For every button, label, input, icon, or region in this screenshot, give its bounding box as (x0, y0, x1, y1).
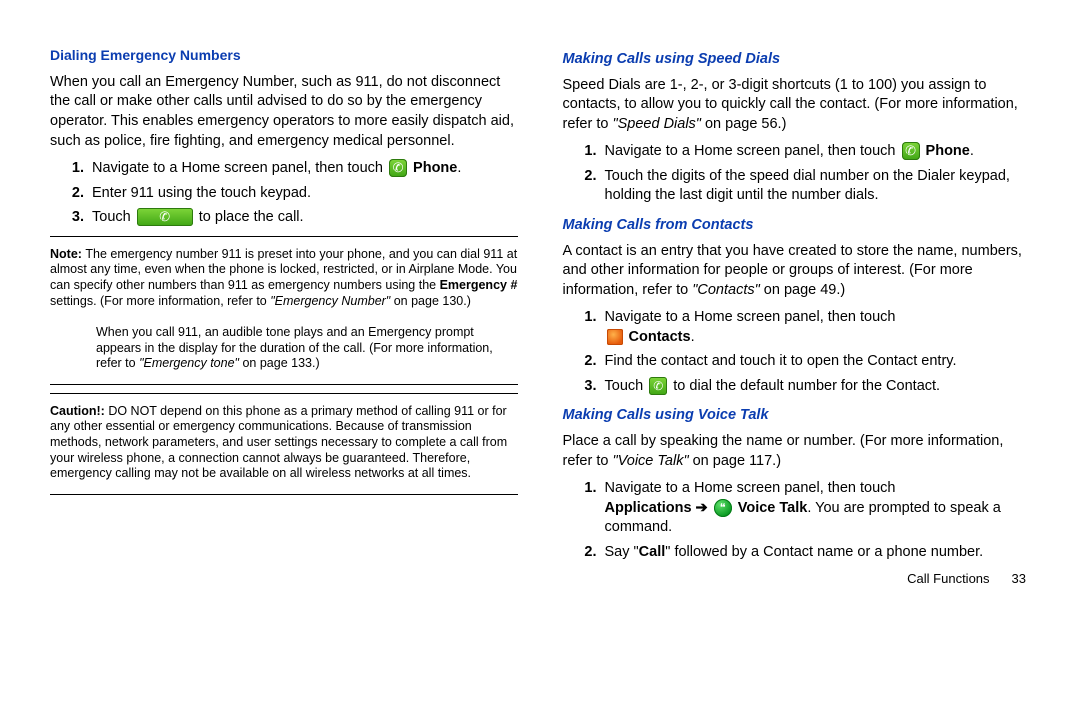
contacts-icon (607, 329, 623, 345)
speed-dial-steps: Navigate to a Home screen panel, then to… (563, 142, 1031, 206)
speed-dials-intro: Speed Dials are 1-, 2-, or 3-digit short… (563, 76, 1031, 135)
sd-step-1: Navigate to a Home screen panel, then to… (601, 142, 1031, 162)
voice-talk-steps: Navigate to a Home screen panel, then to… (563, 479, 1031, 562)
call-icon (649, 377, 667, 395)
page-number: 33 (1012, 571, 1026, 586)
step-2: Enter 911 using the touch keypad. (88, 184, 518, 204)
step-1: Navigate to a Home screen panel, then to… (88, 159, 518, 179)
contacts-steps: Navigate to a Home screen panel, then to… (563, 308, 1031, 396)
c-step-2: Find the contact and touch it to open th… (601, 352, 1031, 372)
divider (50, 494, 518, 495)
contacts-intro: A contact is an entry that you have crea… (563, 242, 1031, 301)
intro-text: When you call an Emergency Number, such … (50, 73, 518, 151)
heading-from-contacts: Making Calls from Contacts (563, 216, 1031, 236)
c-step-1: Navigate to a Home screen panel, then to… (601, 308, 1031, 347)
voice-talk-icon (714, 499, 732, 517)
call-button-icon (137, 208, 193, 226)
note-para2: When you call 911, an audible tone plays… (50, 325, 518, 372)
v-step-2: Say "Call" followed by a Contact name or… (601, 543, 1031, 563)
emergency-steps: Navigate to a Home screen panel, then to… (50, 159, 518, 228)
voice-talk-intro: Place a call by speaking the name or num… (563, 432, 1031, 471)
divider (50, 384, 518, 385)
phone-icon (902, 142, 920, 160)
heading-dialing-emergency: Dialing Emergency Numbers (50, 46, 518, 65)
divider (50, 393, 518, 394)
phone-icon (389, 159, 407, 177)
heading-speed-dials: Making Calls using Speed Dials (563, 50, 1031, 70)
divider (50, 236, 518, 237)
heading-voice-talk: Making Calls using Voice Talk (563, 406, 1031, 426)
v-step-1: Navigate to a Home screen panel, then to… (601, 479, 1031, 538)
note-box: Note: The emergency number 911 is preset… (50, 245, 518, 376)
footer-label: Call Functions (907, 571, 989, 586)
step-3: Touch to place the call. (88, 208, 518, 228)
caution-box: Caution!: DO NOT depend on this phone as… (50, 402, 518, 486)
c-step-3: Touch to dial the default number for the… (601, 377, 1031, 397)
left-column: Dialing Emergency Numbers When you call … (50, 40, 518, 588)
page-footer: Call Functions 33 (563, 570, 1031, 588)
right-column: Making Calls using Speed Dials Speed Dia… (563, 40, 1031, 588)
sd-step-2: Touch the digits of the speed dial numbe… (601, 167, 1031, 206)
